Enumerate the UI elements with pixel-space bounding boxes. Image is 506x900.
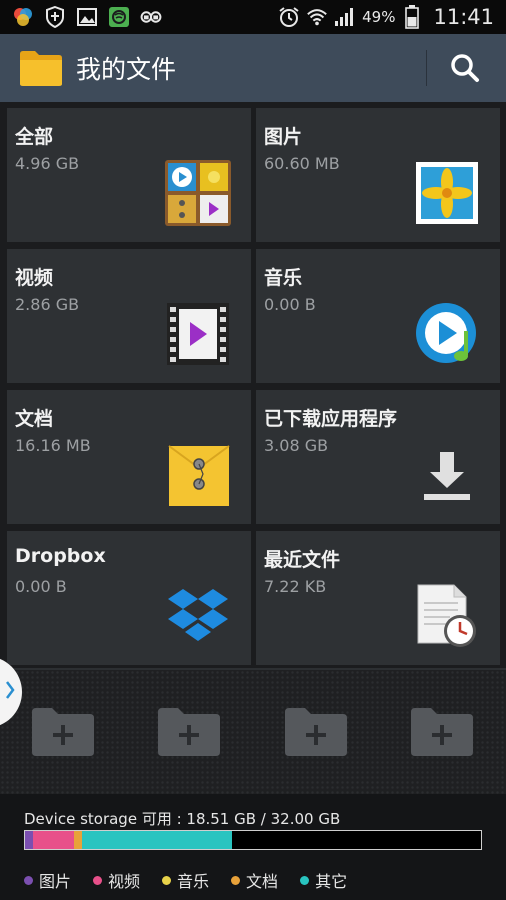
category-tile-music[interactable]: 音乐 0.00 B bbox=[256, 249, 500, 383]
shield-icon bbox=[44, 6, 66, 28]
status-right-icons: 49% 11:41 bbox=[278, 5, 506, 29]
category-size: 4.96 GB bbox=[15, 154, 80, 173]
legend-item-documents: 文档 bbox=[231, 868, 278, 892]
legend-dot bbox=[162, 875, 172, 885]
wifi-hotspot-icon bbox=[108, 6, 130, 28]
category-tile-images[interactable]: 图片 60.60 MB bbox=[256, 108, 500, 242]
download-icon bbox=[414, 442, 480, 508]
legend-item-images: 图片 bbox=[24, 868, 71, 892]
category-title: 图片 bbox=[264, 126, 303, 148]
legend-label: 文档 bbox=[246, 872, 279, 891]
reader-icon bbox=[140, 6, 162, 28]
category-size: 0.00 B bbox=[264, 295, 316, 314]
storage-segment bbox=[33, 831, 74, 849]
add-shortcut-folder-button[interactable] bbox=[158, 708, 220, 756]
dropbox-icon bbox=[165, 583, 231, 649]
category-tile-documents[interactable]: 文档 16.16 MB bbox=[7, 390, 251, 524]
category-size: 60.60 MB bbox=[264, 154, 340, 173]
legend-dot bbox=[93, 875, 103, 885]
legend-item-video: 视频 bbox=[93, 868, 140, 892]
image-icon bbox=[414, 160, 480, 226]
photos-app-icon bbox=[12, 6, 34, 28]
category-size: 3.08 GB bbox=[264, 436, 329, 455]
category-title: Dropbox bbox=[15, 545, 106, 567]
action-bar: 我的文件 bbox=[0, 34, 506, 102]
legend-label: 其它 bbox=[315, 872, 348, 891]
shortcut-strip bbox=[0, 668, 506, 794]
category-size: 0.00 B bbox=[15, 577, 67, 596]
category-title: 视频 bbox=[15, 267, 54, 289]
legend-dot bbox=[300, 875, 310, 885]
chevron-right-icon bbox=[4, 679, 16, 705]
storage-segment bbox=[81, 831, 233, 849]
category-title: 全部 bbox=[15, 126, 54, 148]
video-icon bbox=[165, 301, 231, 367]
status-left-icons bbox=[0, 6, 162, 28]
legend-label: 音乐 bbox=[177, 872, 210, 891]
add-shortcut-folder-button[interactable] bbox=[411, 708, 473, 756]
legend-dot bbox=[231, 875, 241, 885]
category-grid: 全部 4.96 GB 图片 60.60 MB 视频 2.86 GB 音乐 0.0… bbox=[0, 102, 506, 668]
category-tile-recent[interactable]: 最近文件 7.22 KB bbox=[256, 531, 500, 665]
music-icon bbox=[414, 301, 480, 367]
signal-icon bbox=[334, 6, 356, 28]
search-icon[interactable] bbox=[445, 48, 485, 88]
storage-panel: Device storage 可用 : 18.51 GB / 32.00 GB … bbox=[0, 794, 506, 900]
category-size: 2.86 GB bbox=[15, 295, 80, 314]
folder-icon bbox=[18, 48, 64, 88]
all-files-icon bbox=[165, 160, 231, 226]
storage-legend: 图片 视频 音乐 文档 其它 bbox=[24, 868, 347, 892]
storage-usage-bar bbox=[24, 830, 482, 850]
category-tile-all[interactable]: 全部 4.96 GB bbox=[7, 108, 251, 242]
battery-icon bbox=[401, 5, 423, 29]
category-size: 16.16 MB bbox=[15, 436, 91, 455]
gallery-icon bbox=[76, 6, 98, 28]
wifi-icon bbox=[306, 6, 328, 28]
clock: 11:41 bbox=[433, 5, 494, 29]
alarm-icon bbox=[278, 6, 300, 28]
category-title: 最近文件 bbox=[264, 549, 341, 571]
legend-dot bbox=[24, 875, 33, 885]
category-title: 已下载应用程序 bbox=[264, 408, 398, 430]
page-title: 我的文件 bbox=[76, 55, 177, 84]
category-tile-video[interactable]: 视频 2.86 GB bbox=[7, 249, 251, 383]
category-tile-downloaded-apps[interactable]: 已下载应用程序 3.08 GB bbox=[256, 390, 500, 524]
status-bar: 49% 11:41 bbox=[0, 0, 506, 34]
storage-segment bbox=[73, 831, 82, 849]
legend-item-music: 音乐 bbox=[162, 868, 209, 892]
action-bar-divider bbox=[426, 50, 427, 86]
legend-label: 视频 bbox=[108, 872, 141, 891]
recent-files-icon bbox=[414, 583, 480, 649]
add-shortcut-folder-button[interactable] bbox=[285, 708, 347, 756]
storage-segment bbox=[25, 831, 34, 849]
category-title: 文档 bbox=[15, 408, 54, 430]
category-size: 7.22 KB bbox=[264, 577, 327, 596]
battery-percent: 49% bbox=[362, 8, 396, 26]
document-icon bbox=[165, 442, 231, 508]
storage-label: Device storage 可用 : 18.51 GB / 32.00 GB bbox=[24, 810, 341, 828]
legend-item-other: 其它 bbox=[300, 868, 347, 892]
legend-label: 图片 bbox=[39, 872, 72, 891]
category-tile-dropbox[interactable]: Dropbox 0.00 B bbox=[7, 531, 251, 665]
add-shortcut-folder-button[interactable] bbox=[32, 708, 94, 756]
category-title: 音乐 bbox=[264, 267, 303, 289]
